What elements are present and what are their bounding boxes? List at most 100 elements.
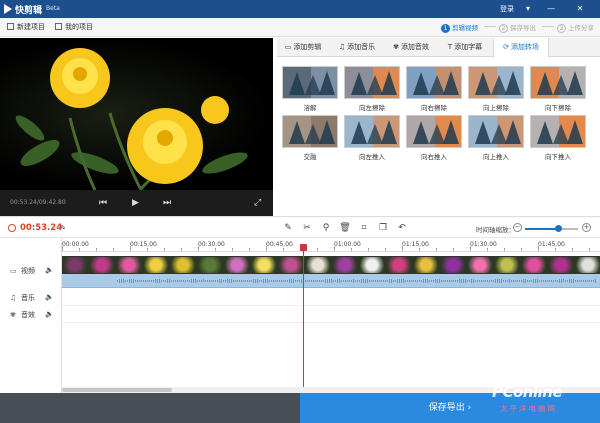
zoom-out-icon[interactable]: − xyxy=(513,223,522,232)
transition-item[interactable]: 向上擦除 xyxy=(468,66,524,112)
play-icon[interactable]: ▶ xyxy=(132,197,139,209)
close-icon[interactable]: ✕ xyxy=(574,3,586,15)
fullscreen-icon[interactable]: ⤢ xyxy=(254,197,261,209)
volume-icon[interactable]: 🔈 xyxy=(45,310,54,318)
transition-thumbnail xyxy=(344,66,400,99)
video-icon: ▭ xyxy=(10,267,17,275)
transition-item[interactable]: 向左推入 xyxy=(344,115,400,161)
waveform-bar xyxy=(361,279,362,283)
video-audio-waveform[interactable] xyxy=(62,274,600,288)
crop-icon[interactable]: ⌗ xyxy=(358,222,370,234)
tick-mark xyxy=(419,248,420,251)
tree-thumbnail xyxy=(345,67,397,98)
waveform-bar xyxy=(117,279,118,283)
zoom-slider[interactable] xyxy=(525,225,578,232)
transition-label: 向下擦除 xyxy=(545,104,571,112)
waveform-bar xyxy=(505,280,506,282)
waveform-bar xyxy=(169,279,170,283)
waveform-bar xyxy=(453,279,454,283)
waveform-bar xyxy=(493,280,494,282)
waveform-bar xyxy=(481,280,482,282)
video-preview: 00:53.24/09:42.80 ⏮ ▶ ⏭ ⤢ xyxy=(0,38,273,216)
volume-icon[interactable]: 🔈 xyxy=(45,266,54,274)
login-link[interactable]: 登录 xyxy=(500,4,514,14)
video-clip-frame xyxy=(224,257,250,273)
scissors-icon[interactable]: ✂ xyxy=(301,222,313,234)
waveform-bar xyxy=(351,279,352,283)
waveform-bar xyxy=(261,280,262,282)
waveform-bar xyxy=(567,279,568,283)
zoom-handle[interactable] xyxy=(554,225,562,232)
waveform-bar xyxy=(241,279,242,283)
waveform-bar xyxy=(533,278,534,284)
waveform-bar xyxy=(191,279,192,283)
pencil-icon[interactable]: ✎ xyxy=(282,222,294,234)
transition-item[interactable]: 向左擦除 xyxy=(344,66,400,112)
waveform-bar xyxy=(391,279,392,283)
tick-mark xyxy=(521,248,522,251)
minimize-icon[interactable]: — xyxy=(545,3,557,15)
video-track[interactable] xyxy=(62,256,600,274)
tab-add-subtitle[interactable]: T 添加字幕 xyxy=(439,38,491,57)
edit-time-icon[interactable]: ✎ xyxy=(57,222,69,234)
waveform-bar xyxy=(537,279,538,283)
tick-mark xyxy=(215,248,216,251)
transition-thumbnail xyxy=(344,115,400,148)
waveform-bar xyxy=(119,279,120,283)
tick-mark xyxy=(113,248,114,251)
delete-icon[interactable]: 🗑 xyxy=(339,222,351,234)
waveform-bar xyxy=(233,279,234,283)
waveform-bar xyxy=(293,279,294,283)
step-number: 2 xyxy=(499,24,508,33)
zoom-in-icon[interactable]: + xyxy=(582,223,591,232)
video-clip-frame xyxy=(575,257,600,273)
tab-label: 添加音乐 xyxy=(347,43,376,51)
transition-item[interactable]: 交融 xyxy=(282,115,338,161)
transition-item[interactable]: 向下擦除 xyxy=(530,66,586,112)
scrollbar-thumb[interactable] xyxy=(62,388,172,392)
transition-item[interactable]: 向上推入 xyxy=(468,115,524,161)
volume-icon[interactable]: 🔈 xyxy=(45,293,54,301)
waveform-bar xyxy=(209,280,210,282)
logo-icon xyxy=(4,4,12,14)
waveform-bar xyxy=(225,280,226,282)
menu-icon[interactable]: ▾ xyxy=(522,3,534,15)
video-clip-frame xyxy=(413,257,439,273)
waveform-bar xyxy=(307,280,308,282)
waveform-bar xyxy=(319,279,320,283)
transition-item[interactable]: 向右推入 xyxy=(406,115,462,161)
transition-item[interactable]: 溶解 xyxy=(282,66,338,112)
prev-frame-icon[interactable]: ⏮ xyxy=(99,197,107,209)
next-frame-icon[interactable]: ⏭ xyxy=(163,197,171,209)
playhead[interactable] xyxy=(303,246,304,388)
copy-icon[interactable]: ❐ xyxy=(377,222,389,234)
waveform-bar xyxy=(541,280,542,282)
tree-thumbnail xyxy=(289,67,337,98)
tab-add-clip[interactable]: ▭ 添加剪辑 xyxy=(277,38,329,57)
step-edit-video[interactable]: 1 剪辑视频 xyxy=(441,22,478,33)
new-project-button[interactable]: 新建项目 xyxy=(7,21,45,34)
step-save-export[interactable]: 2 保存导出 xyxy=(499,22,536,33)
video-clip-frame xyxy=(494,257,520,273)
waveform-bar xyxy=(277,280,278,282)
waveform-bar xyxy=(525,279,526,283)
tab-add-music[interactable]: ♫ 添加音乐 xyxy=(331,38,383,57)
waveform-bar xyxy=(477,280,478,282)
my-projects-button[interactable]: 我的项目 xyxy=(55,21,93,34)
waveform-bar xyxy=(421,280,422,282)
tick-label: 01:45.00 xyxy=(538,241,565,248)
transition-item[interactable]: 向下推入 xyxy=(530,115,586,161)
tick-mark xyxy=(589,248,590,251)
step-upload-share[interactable]: 3 上传分享 xyxy=(557,22,594,33)
transition-item[interactable]: 向右擦除 xyxy=(406,66,462,112)
waveform-bar xyxy=(183,279,184,283)
waveform-bar xyxy=(309,280,310,282)
tick-label: 01:00.00 xyxy=(334,241,361,248)
tab-add-transition[interactable]: ⟳ 添加转场 xyxy=(493,38,549,58)
undo-icon[interactable]: ↶ xyxy=(396,222,408,234)
marker-icon[interactable]: ⚲ xyxy=(320,222,332,234)
step-label: 上传分享 xyxy=(568,24,594,32)
waveform-bar xyxy=(153,279,154,283)
tick-mark xyxy=(385,248,386,251)
tab-add-effect[interactable]: ✾ 添加音效 xyxy=(385,38,437,57)
